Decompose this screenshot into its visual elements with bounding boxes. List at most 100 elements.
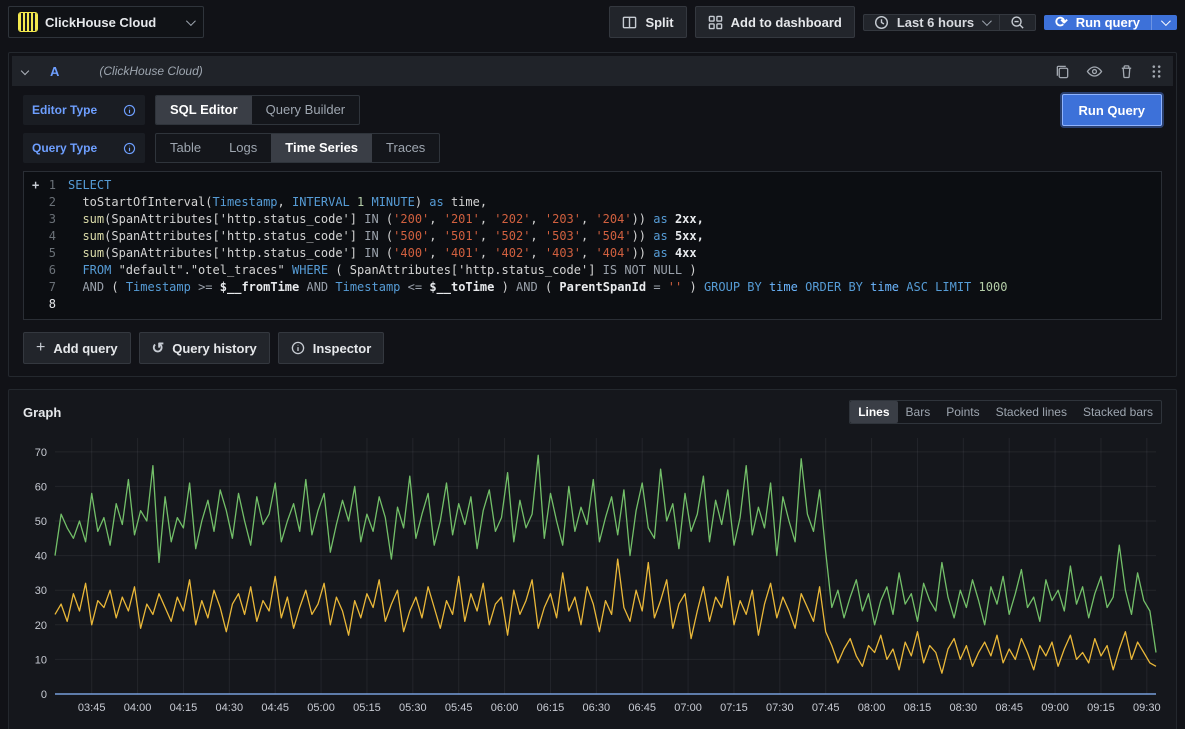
svg-text:09:00: 09:00 xyxy=(1041,702,1069,714)
query-type-option-traces[interactable]: Traces xyxy=(372,134,439,162)
svg-text:30: 30 xyxy=(35,585,47,597)
query-type-option-logs[interactable]: Logs xyxy=(215,134,271,162)
add-to-dashboard-label: Add to dashboard xyxy=(731,15,842,30)
svg-text:09:30: 09:30 xyxy=(1133,702,1161,714)
svg-text:08:00: 08:00 xyxy=(858,702,886,714)
line-number: 2 xyxy=(24,194,68,211)
remove-query-trash-icon[interactable] xyxy=(1119,64,1134,79)
line-number: 3 xyxy=(24,211,68,228)
svg-text:07:15: 07:15 xyxy=(720,702,748,714)
svg-text:05:45: 05:45 xyxy=(445,702,473,714)
refresh-icon: ⟳ xyxy=(1055,15,1068,30)
sql-code[interactable]: SELECT toStartOfInterval(Timestamp, INTE… xyxy=(68,177,1161,313)
add-line-icon[interactable]: + xyxy=(32,177,39,194)
svg-text:40: 40 xyxy=(35,551,47,563)
svg-text:08:45: 08:45 xyxy=(995,702,1023,714)
split-icon xyxy=(622,15,637,30)
svg-text:07:30: 07:30 xyxy=(766,702,794,714)
zoom-out-button[interactable] xyxy=(1000,15,1035,30)
editor-type-option-query-builder[interactable]: Query Builder xyxy=(252,96,359,124)
svg-text:08:15: 08:15 xyxy=(904,702,932,714)
collapse-chevron-icon[interactable] xyxy=(21,67,29,75)
query-row-header[interactable]: A (ClickHouse Cloud) xyxy=(12,56,1173,86)
sql-line: AND ( Timestamp >= $__fromTime AND Times… xyxy=(68,279,1161,296)
query-type-chip: Query Type xyxy=(23,133,145,163)
editor-type-row: Editor Type SQL EditorQuery Builder Run … xyxy=(23,95,1162,125)
graph-mode-points[interactable]: Points xyxy=(938,401,987,423)
graph-mode-lines[interactable]: Lines xyxy=(850,401,897,423)
line-number: 4 xyxy=(24,228,68,245)
svg-text:04:15: 04:15 xyxy=(170,702,198,714)
datasource-picker[interactable]: ClickHouse Cloud xyxy=(8,6,204,38)
line-number: 7 xyxy=(24,279,68,296)
svg-text:07:45: 07:45 xyxy=(812,702,840,714)
query-editor-body: Editor Type SQL EditorQuery Builder Run … xyxy=(9,89,1176,320)
sql-code-editor[interactable]: 1+2345678 SELECT toStartOfInterval(Times… xyxy=(23,171,1162,320)
svg-text:04:45: 04:45 xyxy=(261,702,289,714)
clickhouse-logo-icon xyxy=(19,13,37,31)
line-number: 5 xyxy=(24,245,68,262)
time-range-label: Last 6 hours xyxy=(897,15,974,30)
sql-line: toStartOfInterval(Timestamp, INTERVAL 1 … xyxy=(68,194,1161,211)
time-controls: Last 6 hours xyxy=(863,14,1036,31)
hide-response-eye-icon[interactable] xyxy=(1086,64,1103,79)
svg-text:08:30: 08:30 xyxy=(950,702,978,714)
query-type-option-time-series[interactable]: Time Series xyxy=(271,134,372,162)
query-type-label: Query Type xyxy=(32,141,97,155)
svg-text:03:45: 03:45 xyxy=(78,702,106,714)
datasource-name: ClickHouse Cloud xyxy=(45,15,178,30)
editor-gutter: 1+2345678 xyxy=(24,177,68,313)
dashboard-grid-icon xyxy=(708,15,723,30)
graph-mode-bars[interactable]: Bars xyxy=(898,401,939,423)
svg-text:05:00: 05:00 xyxy=(307,702,335,714)
add-to-dashboard-button[interactable]: Add to dashboard xyxy=(695,6,855,38)
line-number: 6 xyxy=(24,262,68,279)
graph-mode-stacked-bars[interactable]: Stacked bars xyxy=(1075,401,1161,423)
time-series-chart[interactable]: 01020304050607003:4504:0004:1504:3004:45… xyxy=(19,430,1166,718)
svg-text:0: 0 xyxy=(41,689,47,701)
drag-handle-icon[interactable] xyxy=(1150,64,1163,79)
run-query-label: Run query xyxy=(1076,15,1140,30)
svg-text:06:15: 06:15 xyxy=(537,702,565,714)
history-icon: ↺ xyxy=(152,341,165,356)
svg-text:60: 60 xyxy=(35,481,47,493)
svg-text:06:30: 06:30 xyxy=(583,702,611,714)
run-query-split-button[interactable]: ⟳ Run query xyxy=(1044,15,1177,30)
query-type-toggle: TableLogsTime SeriesTraces xyxy=(155,133,440,163)
info-icon xyxy=(123,142,136,155)
sql-line xyxy=(68,296,1161,313)
svg-text:70: 70 xyxy=(35,447,47,459)
graph-mode-stacked-lines[interactable]: Stacked lines xyxy=(988,401,1075,423)
clock-icon xyxy=(874,15,889,30)
svg-text:07:00: 07:00 xyxy=(674,702,702,714)
add-query-label: Add query xyxy=(53,341,117,356)
query-type-option-table[interactable]: Table xyxy=(156,134,215,162)
graph-style-toggle: LinesBarsPointsStacked linesStacked bars xyxy=(849,400,1162,424)
svg-text:09:15: 09:15 xyxy=(1087,702,1115,714)
svg-text:06:00: 06:00 xyxy=(491,702,519,714)
graph-title: Graph xyxy=(23,405,61,420)
line-number: 8 xyxy=(24,296,68,313)
info-circle-icon xyxy=(291,341,305,355)
chevron-down-icon xyxy=(982,16,992,26)
zoom-out-icon xyxy=(1010,15,1025,30)
split-label: Split xyxy=(645,15,673,30)
svg-text:04:00: 04:00 xyxy=(124,702,152,714)
chart-legend: 2xx5xx4xx xyxy=(19,723,1166,729)
editor-type-option-sql-editor[interactable]: SQL Editor xyxy=(156,96,252,124)
query-history-button[interactable]: ↺ Query history xyxy=(139,332,270,364)
svg-text:10: 10 xyxy=(35,654,47,666)
editor-type-label: Editor Type xyxy=(32,103,97,117)
query-row-container: A (ClickHouse Cloud) Editor Type SQL Edi… xyxy=(8,52,1177,377)
duplicate-query-icon[interactable] xyxy=(1055,64,1070,79)
svg-text:50: 50 xyxy=(35,516,47,528)
time-range-picker[interactable]: Last 6 hours xyxy=(864,15,999,30)
inspector-button[interactable]: Inspector xyxy=(278,332,385,364)
run-query-dropdown[interactable] xyxy=(1152,15,1177,30)
explore-toolbar: ClickHouse Cloud Split Add to dashboard … xyxy=(0,0,1185,44)
run-query-button[interactable]: Run Query xyxy=(1062,94,1162,126)
run-query-main[interactable]: ⟳ Run query xyxy=(1044,15,1151,30)
split-button[interactable]: Split xyxy=(609,6,686,38)
add-query-button[interactable]: + Add query xyxy=(23,332,131,364)
series-line-2xx xyxy=(55,455,1156,652)
